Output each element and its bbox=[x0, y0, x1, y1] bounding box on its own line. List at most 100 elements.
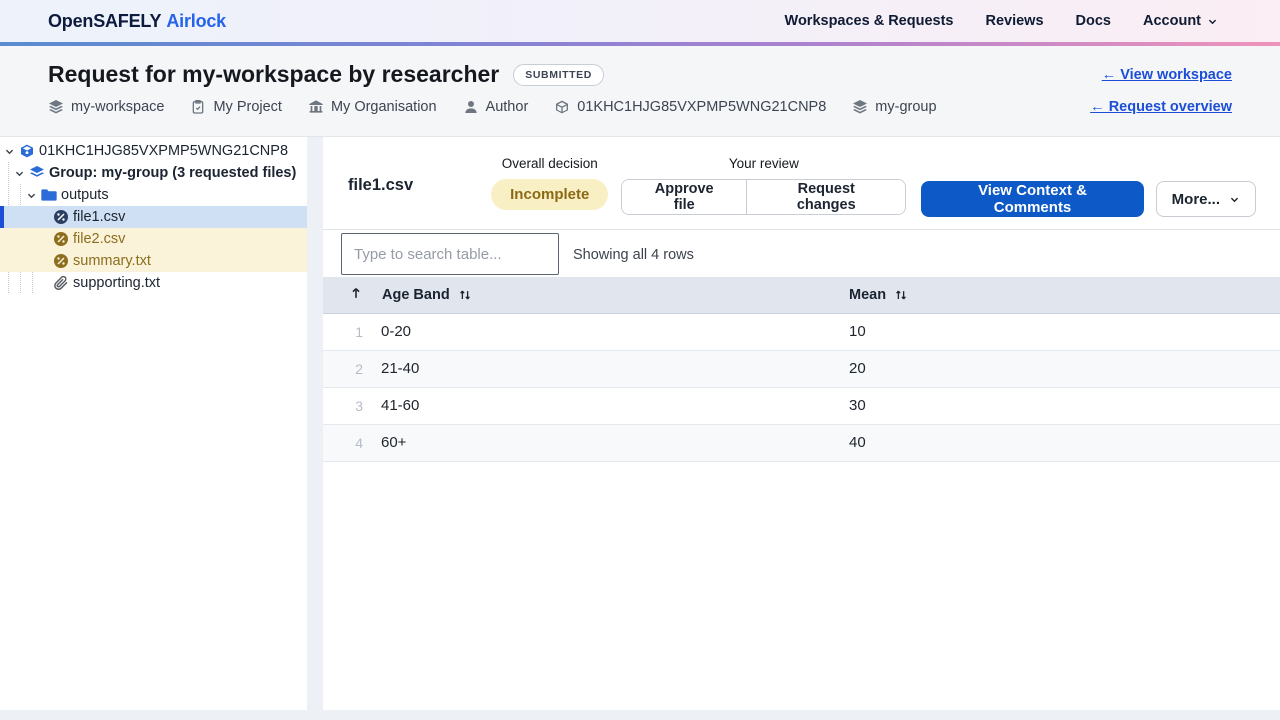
age-band-cell: 21-40 bbox=[369, 350, 849, 388]
review-button-group: Approve file Request changes bbox=[621, 179, 907, 215]
meta-label: my-workspace bbox=[71, 99, 165, 115]
chevron-down-icon[interactable] bbox=[14, 168, 25, 179]
nav-workspaces-requests[interactable]: Workspaces & Requests bbox=[785, 13, 954, 29]
row-number-cell: 3 bbox=[323, 387, 369, 425]
meta-workspace: my-workspace bbox=[48, 99, 164, 115]
meta-author: Author bbox=[463, 99, 529, 115]
nav-docs[interactable]: Docs bbox=[1076, 13, 1111, 29]
tree-item-group[interactable]: Group: my-group (3 requested files) bbox=[0, 162, 307, 184]
chevron-down-icon bbox=[1207, 16, 1218, 27]
tree-item-label: file2.csv bbox=[73, 231, 126, 247]
meta-label: my-group bbox=[875, 99, 937, 115]
file-view-panel: file1.csv Overall decision Incomplete Yo… bbox=[323, 137, 1280, 710]
view-context-comments-button[interactable]: View Context & Comments bbox=[921, 181, 1144, 217]
overall-decision-group: Overall decision Incomplete bbox=[491, 156, 609, 210]
view-workspace-link[interactable]: ← View workspace bbox=[1102, 67, 1232, 83]
request-changes-button[interactable]: Request changes bbox=[746, 180, 906, 214]
row-number-cell: 2 bbox=[323, 350, 369, 388]
your-review-group: Your review Approve file Request changes bbox=[621, 156, 907, 215]
tree-item-file2[interactable]: file2.csv bbox=[0, 228, 307, 250]
percent-circle-icon bbox=[53, 231, 69, 247]
meta-request-id: 01KHC1HJG85VXPMP5WNG21CNP8 bbox=[554, 99, 826, 115]
search-input[interactable] bbox=[341, 233, 559, 275]
arrow-up-icon bbox=[349, 286, 363, 300]
file-title: file1.csv bbox=[348, 176, 414, 194]
overall-decision-label: Overall decision bbox=[501, 156, 598, 171]
mean-cell: 20 bbox=[849, 350, 1280, 388]
meta-label: Author bbox=[485, 99, 529, 115]
chevron-down-icon[interactable] bbox=[4, 146, 15, 157]
mean-cell: 10 bbox=[849, 312, 1280, 351]
page-title: Request for my-workspace by researcher bbox=[48, 61, 500, 87]
table-row: 4 60+ 40 bbox=[323, 424, 1280, 462]
file-tree-sidebar: 01KHC1HJG85VXPMP5WNG21CNP8 Group: my-gro… bbox=[0, 137, 307, 710]
column-header-row-number[interactable] bbox=[323, 277, 369, 314]
approve-file-button[interactable]: Approve file bbox=[622, 180, 747, 214]
bank-icon bbox=[308, 99, 324, 115]
tree-item-label: file1.csv bbox=[73, 209, 126, 225]
column-header-label: Mean bbox=[849, 286, 887, 303]
tree-item-supporting[interactable]: supporting.txt bbox=[0, 272, 307, 294]
request-overview-link[interactable]: ← Request overview bbox=[1090, 99, 1232, 115]
percent-circle-icon bbox=[53, 253, 69, 269]
tree-item-label: summary.txt bbox=[73, 253, 151, 269]
mean-cell: 40 bbox=[849, 424, 1280, 462]
meta-label: 01KHC1HJG85VXPMP5WNG21CNP8 bbox=[577, 99, 827, 115]
column-header-age-band[interactable]: Age Band bbox=[369, 277, 849, 314]
brand-primary: OpenSAFELY bbox=[48, 10, 162, 31]
sidebar-gutter bbox=[307, 137, 323, 710]
folder-icon bbox=[41, 187, 57, 203]
meta-organisation: My Organisation bbox=[308, 99, 437, 115]
meta-label: My Organisation bbox=[330, 99, 437, 115]
request-header: Request for my-workspace by researcher S… bbox=[0, 46, 1280, 137]
tree-item-label: supporting.txt bbox=[73, 275, 161, 291]
top-nav: OpenSAFELY Airlock Workspaces & Requests … bbox=[0, 0, 1280, 42]
percent-circle-icon bbox=[53, 209, 69, 225]
more-button-label: More... bbox=[1171, 190, 1220, 208]
sort-icon bbox=[458, 288, 472, 302]
status-badge: SUBMITTED bbox=[513, 63, 604, 86]
layers-icon bbox=[48, 99, 64, 115]
age-band-cell: 0-20 bbox=[369, 312, 849, 351]
decision-badge: Incomplete bbox=[491, 179, 609, 210]
chevron-down-icon[interactable] bbox=[26, 190, 37, 201]
layers-icon bbox=[29, 165, 45, 181]
column-header-label: Age Band bbox=[382, 286, 450, 303]
cube-icon bbox=[554, 99, 570, 115]
your-review-label: Your review bbox=[728, 156, 799, 171]
brand-logo[interactable]: OpenSAFELY Airlock bbox=[48, 11, 226, 32]
results-table: Age Band Mean 1 0-20 10 2 21-40 20 3 41-… bbox=[323, 277, 1280, 462]
tree-item-file1[interactable]: file1.csv bbox=[0, 206, 307, 228]
tree-item-outputs-folder[interactable]: outputs bbox=[0, 184, 307, 206]
nav-item-label: Docs bbox=[1075, 13, 1111, 29]
age-band-cell: 41-60 bbox=[369, 387, 849, 425]
brand-secondary: Airlock bbox=[166, 10, 226, 31]
file-toolbar: file1.csv Overall decision Incomplete Yo… bbox=[323, 137, 1280, 230]
nav-item-label: Account bbox=[1143, 13, 1201, 29]
tree-item-label: 01KHC1HJG85VXPMP5WNG21CNP8 bbox=[39, 143, 289, 159]
paperclip-icon bbox=[53, 275, 69, 291]
table-row: 1 0-20 10 bbox=[323, 312, 1280, 351]
sort-icon bbox=[894, 288, 908, 302]
table-row: 3 41-60 30 bbox=[323, 387, 1280, 425]
table-row: 2 21-40 20 bbox=[323, 350, 1280, 388]
tree-item-request-root[interactable]: 01KHC1HJG85VXPMP5WNG21CNP8 bbox=[0, 140, 307, 162]
person-icon bbox=[463, 99, 479, 115]
mean-cell: 30 bbox=[849, 387, 1280, 425]
nav-account-menu[interactable]: Account bbox=[1143, 13, 1218, 29]
nav-item-label: Workspaces & Requests bbox=[784, 13, 954, 29]
age-band-cell: 60+ bbox=[369, 424, 849, 462]
tree-item-summary[interactable]: summary.txt bbox=[0, 250, 307, 272]
tree-item-label: outputs bbox=[61, 187, 109, 203]
meta-group: my-group bbox=[852, 99, 937, 115]
row-number-cell: 4 bbox=[323, 424, 369, 462]
table-header-row: Age Band Mean bbox=[323, 277, 1280, 314]
cube-icon bbox=[19, 143, 35, 159]
table-search-row: Showing all 4 rows bbox=[323, 230, 1280, 277]
chevron-down-icon bbox=[1229, 194, 1240, 205]
column-header-mean[interactable]: Mean bbox=[849, 277, 1280, 314]
nav-reviews[interactable]: Reviews bbox=[985, 13, 1043, 29]
request-meta: my-workspace My Project My Organisation … bbox=[48, 99, 937, 115]
nav-item-label: Reviews bbox=[985, 13, 1044, 29]
more-button[interactable]: More... bbox=[1155, 181, 1256, 217]
